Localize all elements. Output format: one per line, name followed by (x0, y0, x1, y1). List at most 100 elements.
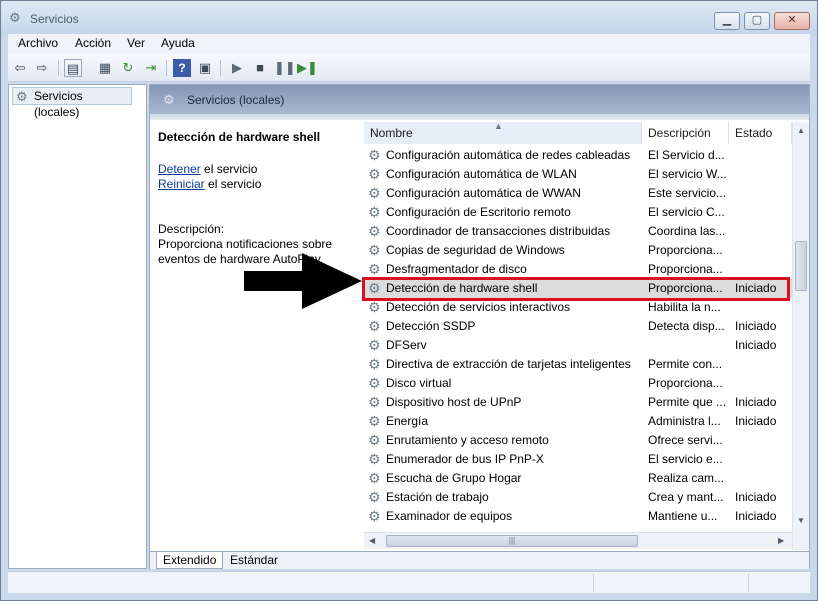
maximize-button[interactable]: ▢ (744, 12, 770, 30)
service-row[interactable]: ⚙ Configuración automática de redes cable… (364, 146, 792, 165)
stop-service-link[interactable]: Detener (158, 162, 201, 176)
column-header-name[interactable]: ▲ Nombre (364, 121, 642, 144)
service-row[interactable]: ⚙ Configuración automática de WLAN El serv… (364, 165, 792, 184)
properties-icon[interactable]: ▦ (96, 59, 114, 77)
service-name: Detección SSDP (386, 319, 476, 333)
service-row[interactable]: ⚙ Disco virtual Proporciona... (364, 374, 792, 393)
scroll-left-icon[interactable]: ◀ (369, 536, 375, 545)
service-row[interactable]: ⚙ Energía Administra l... Iniciado (364, 412, 792, 431)
service-name: Configuración automática de WWAN (386, 186, 581, 200)
menu-archivo[interactable]: Archivo (18, 36, 58, 50)
menu-ayuda[interactable]: Ayuda (161, 36, 195, 50)
help-icon[interactable]: ? (173, 59, 191, 77)
scroll-down-icon[interactable]: ▼ (797, 516, 805, 525)
show-tree-icon[interactable]: ▤ (64, 59, 82, 77)
service-name: Estación de trabajo (386, 490, 489, 504)
service-name: Dispositivo host de UPnP (386, 395, 522, 409)
service-row[interactable]: ⚙ Configuración de Escritorio remoto El se… (364, 203, 792, 222)
service-row[interactable]: ⚙ Dispositivo host de UPnP Permite que ...… (364, 393, 792, 412)
stop-icon[interactable]: ■ (251, 59, 269, 77)
service-description: Realiza cam... (648, 471, 725, 485)
service-description: Permite con... (648, 357, 723, 371)
service-row[interactable]: ⚙ DFServ Iniciado (364, 336, 792, 355)
column-header-description[interactable]: Descripción (642, 122, 729, 144)
service-description: Este servicio... (648, 186, 727, 200)
horizontal-scroll-thumb[interactable]: ||| (386, 535, 638, 547)
service-row[interactable]: ⚙ Enumerador de bus IP PnP-X El servicio e… (364, 450, 792, 469)
gear-icon: ⚙ (368, 337, 381, 353)
title-bar[interactable]: ⚙ Servicios ▁ ▢ ✕ (1, 1, 817, 35)
restart-service-link[interactable]: Reiniciar (158, 177, 205, 191)
tab-extended[interactable]: Extendido (156, 552, 224, 569)
stop-service-line: Detener el servicio (158, 162, 257, 176)
gear-icon: ⚙ (368, 470, 381, 486)
window-title: Servicios (30, 12, 79, 26)
service-row[interactable]: ⚙ Escucha de Grupo Hogar Realiza cam... (364, 469, 792, 488)
service-name: Enrutamiento y acceso remoto (386, 433, 549, 447)
gear-icon: ⚙ (368, 147, 381, 163)
restart-icon[interactable]: ▶❚ (297, 59, 318, 77)
gear-icon: ⚙ (368, 375, 381, 391)
service-state: Iniciado (735, 414, 777, 428)
service-row[interactable]: ⚙ Enrutamiento y acceso remoto Ofrece serv… (364, 431, 792, 450)
restart-service-suffix: el servicio (204, 177, 262, 191)
annotation-arrow (244, 253, 362, 309)
toolbar-separator (58, 60, 59, 76)
service-state: Iniciado (735, 509, 777, 523)
tree-item-services-local[interactable]: ⚙ Servicios (locales) (12, 87, 132, 119)
vertical-scroll-thumb[interactable] (795, 241, 807, 291)
column-header-state[interactable]: Estado (729, 122, 792, 144)
service-row[interactable]: ⚙ Examinador de equipos Mantiene u... Inici… (364, 507, 792, 526)
service-name: Copias de seguridad de Windows (386, 243, 565, 257)
minimize-button[interactable]: ▁ (714, 12, 740, 30)
start-icon[interactable]: ▶ (228, 59, 246, 77)
forward-icon[interactable]: ⇨ (33, 59, 51, 77)
close-button[interactable]: ✕ (774, 12, 810, 30)
service-name: Energía (386, 414, 429, 428)
refresh-icon[interactable]: ↻ (119, 59, 137, 77)
pause-icon[interactable]: ❚❚ (274, 59, 296, 77)
scroll-right-icon[interactable]: ▶ (778, 536, 784, 545)
service-row[interactable]: ⚙ Copias de seguridad de Windows Proporcio… (364, 241, 792, 260)
service-description: Ofrece servi... (648, 433, 723, 447)
window-icon[interactable]: ▣ (196, 59, 214, 77)
menu-ver[interactable]: Ver (127, 36, 145, 50)
toolbar: ⇦ ⇨ ▤ ▦ ↻ ⇥ ? ▣ ▶ ■ ❚❚ ▶❚ (8, 54, 810, 82)
service-state: Iniciado (735, 490, 777, 504)
service-name: Escucha de Grupo Hogar (386, 471, 522, 485)
gear-icon: ⚙ (368, 242, 381, 258)
service-description: Permite que ... (648, 395, 727, 409)
service-description: El servicio e... (648, 452, 723, 466)
service-row[interactable]: ⚙ Coordinador de transacciones distribuid… (364, 222, 792, 241)
menu-accion[interactable]: Acción (75, 36, 111, 50)
services-list: ▲ Nombre Descripción Estado ⚙ Configuraci… (364, 120, 809, 550)
scroll-up-icon[interactable]: ▲ (797, 126, 805, 135)
description-label: Descripción: (158, 222, 225, 236)
gear-icon: ⚙ (368, 318, 381, 334)
tab-standard[interactable]: Estándar (224, 552, 284, 569)
restart-service-line: Reiniciar el servicio (158, 177, 261, 191)
stop-service-suffix: el servicio (200, 162, 258, 176)
sort-ascending-icon: ▲ (494, 121, 503, 131)
toolbar-separator (166, 60, 167, 76)
service-row[interactable]: ⚙ Configuración automática de WWAN Este se… (364, 184, 792, 203)
service-description: Detecta disp... (648, 319, 725, 333)
gear-icon: ⚙ (9, 10, 21, 25)
service-name: Coordinador de transacciones distribuida… (386, 224, 611, 238)
pane-header: ⚙ Servicios (locales) (150, 85, 809, 114)
service-row[interactable]: ⚙ Directiva de extracción de tarjetas int… (364, 355, 792, 374)
status-bar (8, 571, 810, 593)
gear-icon: ⚙ (163, 92, 175, 107)
vertical-scrollbar[interactable]: ▲ ▼ (792, 122, 809, 550)
status-divider (593, 574, 594, 592)
back-icon[interactable]: ⇦ (11, 59, 29, 77)
horizontal-scrollbar[interactable]: ◀ ||| ▶ (364, 532, 792, 549)
service-state: Iniciado (735, 338, 777, 352)
gear-icon: ⚙ (368, 223, 381, 239)
service-row[interactable]: ⚙ Detección SSDP Detecta disp... Iniciado (364, 317, 792, 336)
service-name: Disco virtual (386, 376, 452, 390)
service-row[interactable]: ⚙ Estación de trabajo Crea y mant... Inicia… (364, 488, 792, 507)
export-icon[interactable]: ⇥ (142, 59, 160, 77)
service-description: El servicio W... (648, 167, 727, 181)
service-name: Configuración de Escritorio remoto (386, 205, 571, 219)
